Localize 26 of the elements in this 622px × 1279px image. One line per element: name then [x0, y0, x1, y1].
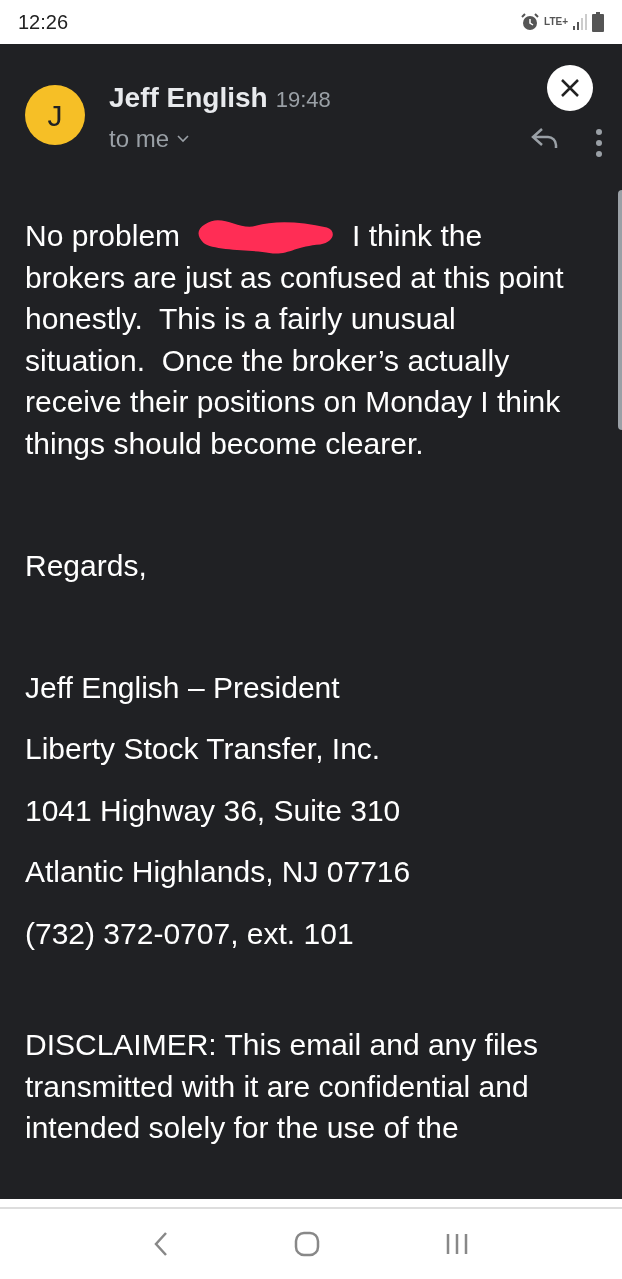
message-text: No problem — [25, 218, 181, 254]
message-text: I think the — [352, 218, 483, 254]
battery-icon — [592, 12, 604, 32]
message-time: 19:48 — [275, 86, 331, 114]
reply-button[interactable] — [530, 127, 560, 149]
message-paragraph: brokers are just as confused at this point honestly. This is a fairly unusual situation. Once the broker’s actually receive their positions on Monday I think things should become clearer. — [25, 259, 565, 462]
clock-time: 12:26 — [18, 10, 69, 35]
more-options-icon[interactable] — [596, 129, 602, 157]
disclaimer-text: DISCLAIMER: This email and any files transmitted with it are confidential and intended solely for the use of the — [25, 1027, 539, 1146]
network-label: LTE+ — [544, 17, 568, 27]
sender-name: Jeff English — [109, 81, 268, 115]
signature-line: (732) 372-0707, ext. 101 — [25, 915, 355, 952]
signature-line: 1041 Highway 36, Suite 310 — [25, 792, 402, 829]
avatar: J — [25, 85, 85, 145]
home-button[interactable] — [294, 1231, 320, 1257]
signal-icon — [572, 13, 588, 31]
signature-line: Atlantic Highlands, NJ 07716 — [25, 854, 412, 890]
back-button[interactable] — [152, 1231, 169, 1257]
recent-apps-button[interactable] — [445, 1232, 470, 1256]
alarm-icon — [520, 12, 540, 32]
close-icon — [559, 77, 581, 99]
recipient-toggle[interactable]: to me — [109, 121, 190, 157]
closing-text: Regards, — [25, 548, 148, 584]
chevron-down-icon — [177, 135, 190, 143]
signature-line: Liberty Stock Transfer, Inc. — [25, 731, 382, 767]
signature-line: Jeff English – President — [25, 669, 341, 706]
